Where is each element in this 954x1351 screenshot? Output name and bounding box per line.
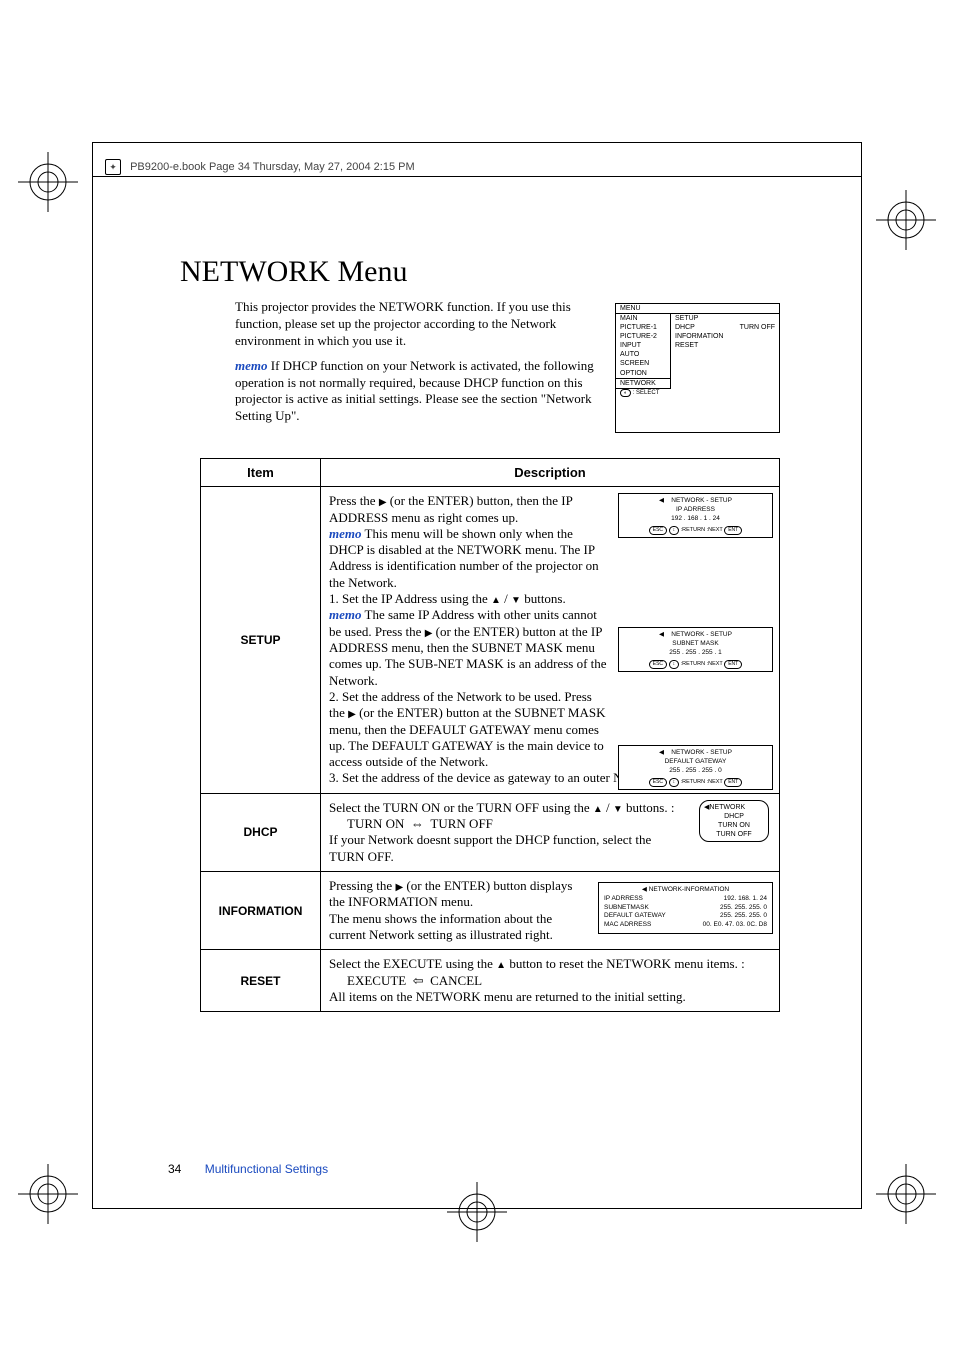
footer: 34 Multifunctional Settings xyxy=(168,1162,328,1176)
intro-p2: memo If DHCP function on your Network is… xyxy=(235,358,601,426)
th-desc: Description xyxy=(321,459,780,487)
down-arrow-icon: ▼ xyxy=(613,804,623,815)
page-title: NETWORK Menu xyxy=(180,255,780,289)
crop-target-bl xyxy=(18,1164,78,1229)
row-dhcp: DHCP ◀NETWORK DHCP TURN ON TURN OFF Sele… xyxy=(201,793,780,871)
item-reset: RESET xyxy=(201,950,321,1012)
header-meta: ✦ PB9200-e.book Page 34 Thursday, May 27… xyxy=(105,159,415,175)
memo-label: memo xyxy=(235,358,268,373)
desc-setup: ◀ NETWORK - SETUP IP ADRRESS 192 . 168 .… xyxy=(321,487,780,794)
page-number: 34 xyxy=(168,1162,181,1176)
settings-table: Item Description SETUP ◀ NETWORK - SETUP… xyxy=(200,458,780,1012)
row-setup: SETUP ◀ NETWORK - SETUP IP ADRRESS 192 .… xyxy=(201,487,780,794)
intro-text: This projector provides the NETWORK func… xyxy=(235,299,601,433)
row-reset: RESET Select the EXECUTE using the ▲ but… xyxy=(201,950,780,1012)
down-arrow-icon: ▼ xyxy=(511,595,521,606)
item-dhcp: DHCP xyxy=(201,793,321,871)
up-arrow-icon: ▲ xyxy=(491,595,501,606)
osd-right: SETUP DHCPTURN OFF INFORMATION RESET xyxy=(671,314,779,389)
osd-select: ◐ : SELECT xyxy=(616,389,779,397)
osd-left: MAIN PICTURE-1 PICTURE-2 INPUT AUTO SCRE… xyxy=(616,314,671,389)
row-info: INFORMATION ◀ NETWORK-INFORMATION IP ADR… xyxy=(201,871,780,949)
desc-dhcp: ◀NETWORK DHCP TURN ON TURN OFF Select th… xyxy=(321,793,780,871)
item-info: INFORMATION xyxy=(201,871,321,949)
panel-subnet: ◀ NETWORK - SETUP SUBNET MASK 255 . 255 … xyxy=(618,627,773,671)
footer-section: Multifunctional Settings xyxy=(205,1162,328,1176)
intro-p1: This projector provides the NETWORK func… xyxy=(235,299,601,350)
right-arrow-icon: ▶ xyxy=(348,709,356,720)
up-arrow-icon: ▲ xyxy=(496,960,506,971)
desc-info: ◀ NETWORK-INFORMATION IP ADRRESS192. 168… xyxy=(321,871,780,949)
book-icon: ✦ xyxy=(105,159,121,175)
crop-target-tr xyxy=(876,190,936,255)
panel-ip: ◀ NETWORK - SETUP IP ADRRESS 192 . 168 .… xyxy=(618,493,773,537)
header-text: PB9200-e.book Page 34 Thursday, May 27, … xyxy=(130,161,415,173)
right-arrow-icon: ▶ xyxy=(379,497,387,508)
select-icon: ◐ xyxy=(620,389,631,397)
osd-title: MENU xyxy=(616,304,779,314)
intro: This projector provides the NETWORK func… xyxy=(180,299,780,433)
crop-target-br xyxy=(876,1164,936,1229)
desc-reset: Select the EXECUTE using the ▲ button to… xyxy=(321,950,780,1012)
up-arrow-icon: ▲ xyxy=(593,804,603,815)
th-item: Item xyxy=(201,459,321,487)
panel-gateway: ◀ NETWORK - SETUP DEFAULT GATEWAY 255 . … xyxy=(618,745,773,789)
right-arrow-icon: ▶ xyxy=(395,882,403,893)
osd-menu: MENU MAIN PICTURE-1 PICTURE-2 INPUT AUTO… xyxy=(615,303,780,433)
crop-target-tl xyxy=(18,152,78,217)
content: NETWORK Menu This projector provides the… xyxy=(180,255,780,1012)
dhcp-osd: ◀NETWORK DHCP TURN ON TURN OFF xyxy=(699,800,769,842)
info-osd: ◀ NETWORK-INFORMATION IP ADRRESS192. 168… xyxy=(598,882,773,934)
item-setup: SETUP xyxy=(201,487,321,794)
header-rule xyxy=(92,176,862,177)
